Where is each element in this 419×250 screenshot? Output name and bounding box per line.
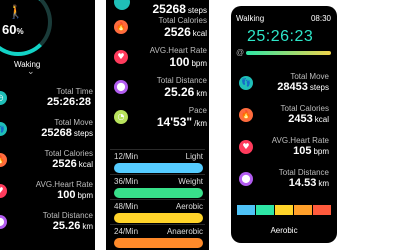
flame-icon: 🔥 (0, 153, 7, 167)
stat-label: Total Calories (158, 16, 207, 25)
zone-rate: 12/Min (114, 152, 139, 161)
ring-percent: 60% (2, 22, 24, 37)
steps-icon: 👣 (0, 122, 7, 136)
elapsed-timer: 25:26:23 (247, 28, 314, 45)
stat-label: Total Calories (44, 149, 93, 158)
stat-value: 100 bpm (169, 55, 207, 69)
stat-label: Total Distance (278, 168, 329, 177)
heart-rate-zone-label: Aerobic (270, 226, 298, 235)
clock-icon: ◷ (0, 91, 7, 105)
flame-icon: 🔥 (114, 20, 128, 34)
watch-screen-walking: Walking 08:30 25:26:23 @ 👣 Total Move 2845… (231, 6, 337, 243)
activity-mode-label: Walking (236, 14, 265, 23)
stat-label: Total Move (54, 118, 93, 127)
at-icon: @ (236, 48, 245, 57)
distance-icon: ⬤ (239, 172, 253, 186)
heart-rate-zone-bar (237, 205, 331, 215)
steps-value: 25268 steps (152, 2, 208, 16)
heart-icon: ♥ (114, 50, 128, 64)
zone-name: Light (185, 152, 203, 161)
zone-segment (294, 205, 312, 215)
zone-segment (275, 205, 293, 215)
zone-segment (256, 205, 274, 215)
stat-value: 14.53 km (288, 177, 329, 189)
stat-value: 100 bpm (57, 189, 93, 201)
stat-label: Total Distance (156, 76, 207, 85)
stat-label: AVG.Heart Rate (149, 46, 207, 55)
distance-icon: ⬤ (114, 80, 128, 94)
divider (110, 174, 205, 175)
zone-rate: 48/Min (114, 202, 139, 211)
stat-label: Pace (188, 106, 207, 115)
walking-figure-icon: 🚶 (7, 4, 25, 20)
stat-value: 25:26:28 (46, 96, 91, 108)
steps-icon (114, 0, 130, 10)
stat-value: 25.26 km (164, 85, 207, 99)
zone-name: Aerobic (175, 202, 203, 211)
watch-screen-details-scroll: 25268 steps 🔥 Total Calories 2526 kcal ♥ AVG.H… (106, 0, 209, 250)
zone-rate: 24/Min (114, 227, 139, 236)
clock-time: 08:30 (310, 14, 331, 23)
stat-value: 2526 kcal (52, 158, 93, 170)
heart-icon: ♥ (239, 140, 253, 154)
stat-value: 28453 steps (277, 81, 329, 93)
distance-icon: ⬤ (0, 215, 7, 229)
heart-icon: ♥ (0, 184, 7, 198)
flame-icon: 🔥 (239, 108, 253, 122)
zone-bar (114, 188, 203, 198)
stat-label: Total Move (290, 72, 329, 81)
stat-value: 25.26 km (52, 220, 93, 232)
zone-segment (313, 205, 331, 215)
zone-rate: 36/Min (114, 177, 139, 186)
zone-name: Weight (178, 177, 203, 186)
stat-value: 2526 kcal (164, 25, 207, 39)
stat-label: AVG.Heart Rate (271, 136, 329, 145)
stat-label: AVG.Heart Rate (35, 180, 93, 189)
stat-value: 25268 steps (41, 127, 93, 139)
divider (110, 224, 205, 225)
zone-name: Anaerobic (166, 227, 203, 236)
watch-screen-summary-left: 🚶 60% Waking ⌄ ◷Total Time25:26:28👣Total… (0, 0, 95, 250)
divider (110, 149, 205, 150)
zone-bar (114, 213, 203, 223)
chevron-down-icon[interactable]: ⌄ (27, 66, 35, 77)
timer-progress-bar (246, 51, 331, 55)
zone-segment (237, 205, 255, 215)
zone-bar (114, 163, 203, 173)
stat-label: Total Calories (280, 104, 329, 113)
zone-bar (114, 238, 203, 248)
stat-value: 14'53"/km (156, 115, 207, 129)
pace-icon: ◔ (114, 110, 128, 124)
stat-label: Total Time (56, 87, 93, 96)
divider (110, 199, 205, 200)
steps-icon: 👣 (239, 76, 253, 90)
stat-value: 105 bpm (293, 145, 329, 157)
stat-value: 2453 kcal (288, 113, 329, 125)
stat-label: Total Distance (42, 211, 93, 220)
